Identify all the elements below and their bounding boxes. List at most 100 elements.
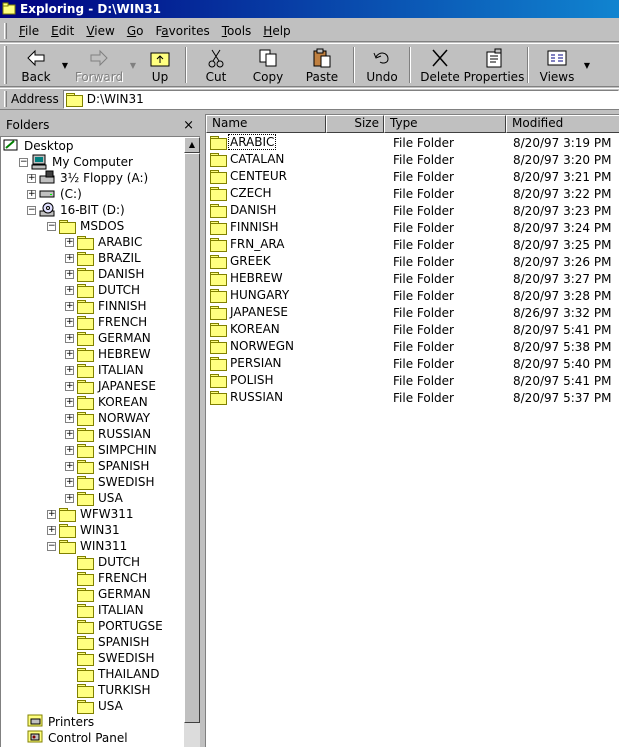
file-name-cell[interactable]: CZECH [210, 186, 273, 201]
file-name-cell[interactable]: HUNGARY [210, 288, 290, 303]
forward-button[interactable]: Forward [71, 44, 127, 86]
file-row[interactable]: HEBREW File Folder 8/20/97 3:27 PM [206, 271, 619, 288]
tree-item[interactable]: + SIMPCHIN [65, 442, 158, 458]
scroll-thumb[interactable] [184, 153, 200, 723]
file-name-cell[interactable]: NORWEGN [210, 339, 295, 354]
paste-button[interactable]: Paste [295, 44, 349, 86]
collapse-icon[interactable]: − [27, 205, 36, 215]
file-row[interactable]: HUNGARY File Folder 8/20/97 3:28 PM [206, 288, 619, 305]
tree-item[interactable]: + HEBREW [65, 346, 152, 362]
address-field[interactable]: D:\WIN31 [62, 89, 619, 109]
tree-item[interactable]: + DUTCH [65, 282, 141, 298]
file-name-cell[interactable]: CENTEUR [210, 169, 288, 184]
expand-icon[interactable]: + [65, 269, 74, 279]
tree-item[interactable]: + ARABIC [65, 234, 143, 250]
expand-icon[interactable]: + [65, 413, 74, 423]
menu-favorites[interactable]: Favorites [149, 24, 215, 38]
file-row[interactable]: CZECH File Folder 8/20/97 3:22 PM [206, 186, 619, 203]
expand-icon[interactable]: + [65, 445, 74, 455]
tree-item[interactable]: + SWEDISH [65, 474, 155, 490]
file-name-cell[interactable]: FRN_ARA [210, 237, 286, 252]
column-header-modified[interactable]: Modified [506, 115, 619, 133]
menu-view[interactable]: View [80, 24, 120, 38]
expand-icon[interactable]: + [47, 525, 56, 535]
vertical-scrollbar[interactable]: ▲ [184, 137, 200, 747]
column-header-name[interactable]: Name [206, 115, 326, 133]
tree-item[interactable]: ITALIAN [65, 602, 145, 618]
folder-tree[interactable]: Desktop − My Computer +3½ Floppy (A:) + (C:) −… [0, 136, 200, 747]
tree-item[interactable]: + WFW311 [47, 506, 135, 522]
up-button[interactable]: Up [139, 44, 181, 86]
scroll-up-button[interactable]: ▲ [184, 137, 200, 153]
tree-item[interactable]: − My Computer [19, 154, 134, 170]
cut-button[interactable]: Cut [191, 44, 241, 86]
file-row[interactable]: JAPANESE File Folder 8/26/97 3:32 PM [206, 305, 619, 322]
forward-dropdown[interactable]: ▼ [127, 44, 139, 86]
expand-icon[interactable]: + [27, 173, 36, 183]
file-row[interactable]: CATALAN File Folder 8/20/97 3:20 PM [206, 152, 619, 169]
file-name-cell[interactable]: ARABIC [210, 134, 277, 150]
views-button[interactable]: Views [533, 44, 581, 86]
tree-item[interactable]: + JAPANESE [65, 378, 157, 394]
tree-item[interactable]: − WIN311 [47, 538, 128, 554]
tree-item[interactable]: Printers [27, 714, 95, 730]
file-row[interactable]: CENTEUR File Folder 8/20/97 3:21 PM [206, 169, 619, 186]
menu-help[interactable]: Help [257, 24, 296, 38]
tree-item[interactable]: + DANISH [65, 266, 145, 282]
undo-button[interactable]: Undo [359, 44, 405, 86]
tree-item[interactable]: + (C:) [27, 186, 83, 202]
properties-button[interactable]: Properties [464, 44, 524, 86]
column-header-size[interactable]: Size [326, 115, 384, 133]
file-name-cell[interactable]: HEBREW [210, 271, 284, 286]
file-name-cell[interactable]: RUSSIAN [210, 390, 284, 405]
tree-item[interactable]: + SPANISH [65, 458, 150, 474]
delete-button[interactable]: Delete [415, 44, 465, 86]
expand-icon[interactable]: + [65, 285, 74, 295]
title-bar[interactable]: Exploring - D:\WIN31 [0, 0, 619, 18]
tree-item[interactable]: FRENCH [65, 570, 148, 586]
address-value[interactable]: D:\WIN31 [87, 92, 144, 106]
collapse-icon[interactable]: − [47, 221, 56, 231]
column-header-type[interactable]: Type [384, 115, 506, 133]
tree-item[interactable]: +3½ Floppy (A:) [27, 170, 149, 186]
tree-item[interactable]: + GERMAN [65, 330, 152, 346]
close-icon[interactable]: × [183, 118, 194, 133]
file-row[interactable]: FINNISH File Folder 8/20/97 3:24 PM [206, 220, 619, 237]
tree-item[interactable]: THAILAND [65, 666, 161, 682]
tree-item[interactable]: + RUSSIAN [65, 426, 152, 442]
file-row[interactable]: NORWEGN File Folder 8/20/97 5:38 PM [206, 339, 619, 356]
menu-grip[interactable] [4, 22, 7, 39]
back-button[interactable]: Back [13, 44, 59, 86]
file-row[interactable]: DANISH File Folder 8/20/97 3:23 PM [206, 203, 619, 220]
expand-icon[interactable]: + [65, 477, 74, 487]
expand-icon[interactable]: + [65, 461, 74, 471]
file-row[interactable]: ARABIC File Folder 8/20/97 3:19 PM [206, 134, 619, 152]
toolbar-grip[interactable] [4, 46, 7, 84]
tree-item[interactable]: + FINNISH [65, 298, 148, 314]
tree-item[interactable]: + ITALIAN [65, 362, 145, 378]
tree-item[interactable]: + FRENCH [65, 314, 148, 330]
expand-icon[interactable]: + [65, 301, 74, 311]
collapse-icon[interactable]: − [19, 157, 28, 167]
tree-item[interactable]: PORTUGSE [65, 618, 164, 634]
menu-go[interactable]: Go [121, 24, 150, 38]
expand-icon[interactable]: + [65, 397, 74, 407]
file-name-cell[interactable]: DANISH [210, 203, 277, 218]
collapse-icon[interactable]: − [47, 541, 56, 551]
expand-icon[interactable]: + [65, 349, 74, 359]
tree-item[interactable]: + BRAZIL [65, 250, 142, 266]
file-name-cell[interactable]: GREEK [210, 254, 272, 269]
expand-icon[interactable]: + [65, 429, 74, 439]
tree-item[interactable]: TURKISH [65, 682, 152, 698]
tree-item[interactable]: + USA [65, 490, 124, 506]
expand-icon[interactable]: + [27, 189, 36, 199]
file-row[interactable]: PERSIAN File Folder 8/20/97 5:40 PM [206, 356, 619, 373]
expand-icon[interactable]: + [65, 333, 74, 343]
expand-icon[interactable]: + [65, 253, 74, 263]
file-name-cell[interactable]: PERSIAN [210, 356, 283, 371]
menu-edit[interactable]: Edit [45, 24, 80, 38]
file-row[interactable]: RUSSIAN File Folder 8/20/97 5:37 PM [206, 390, 619, 407]
file-row[interactable]: KOREAN File Folder 8/20/97 5:41 PM [206, 322, 619, 339]
file-name-cell[interactable]: KOREAN [210, 322, 281, 337]
tree-item[interactable]: − MSDOS [47, 218, 125, 234]
